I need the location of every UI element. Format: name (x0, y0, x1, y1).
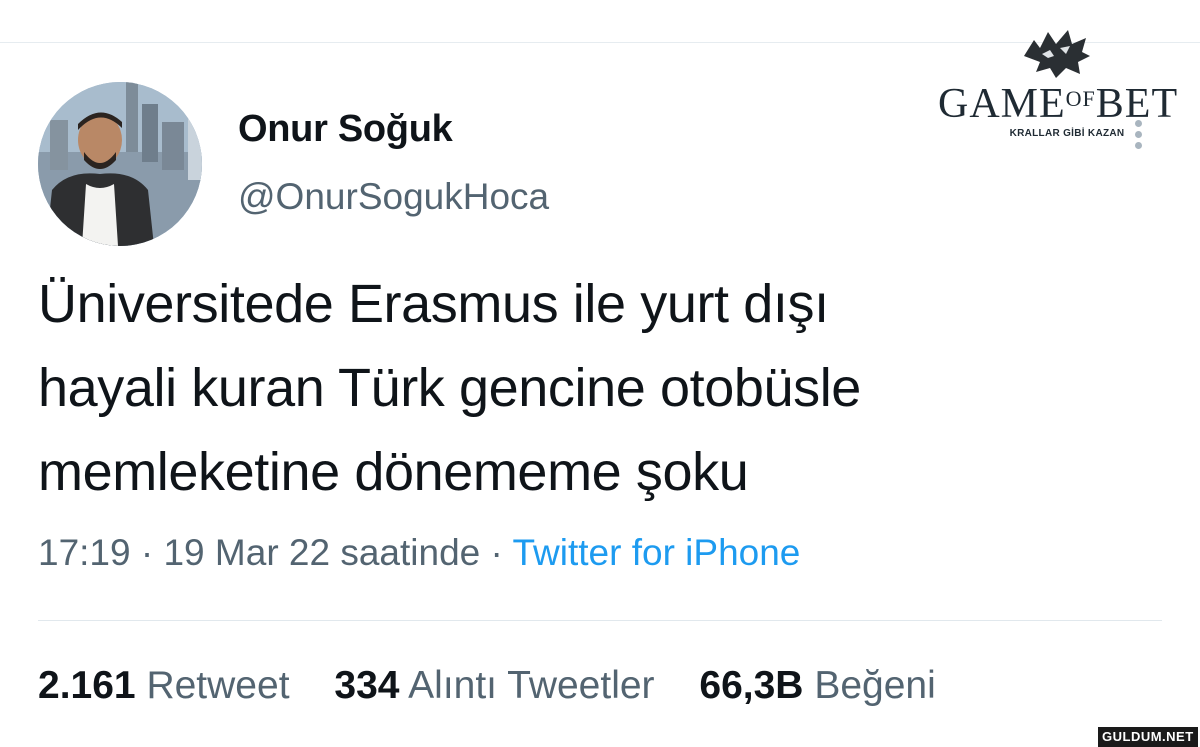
tweet-meta: 17:19 · 19 Mar 22 saatinde · Twitter for… (38, 532, 800, 574)
avatar-photo (38, 82, 202, 246)
stats-divider (38, 620, 1162, 621)
tweet-line: memleketine dönememe şoku (38, 442, 749, 502)
tweet-date[interactable]: 19 Mar 22 saatinde (163, 532, 480, 573)
tweet-line: Üniversitede Erasmus ile yurt dışı (38, 274, 829, 334)
display-name[interactable]: Onur Soğuk (238, 108, 453, 151)
quote-tweet-count[interactable]: 334 Alıntı Tweetler (334, 664, 654, 708)
retweet-count[interactable]: 2.161 Retweet (38, 664, 290, 708)
tweet-source-link[interactable]: Twitter for iPhone (512, 532, 800, 573)
tweet-line: hayali kuran Türk gencine otobüsle (38, 358, 861, 418)
user-handle[interactable]: @OnurSogukHoca (238, 176, 549, 218)
meta-separator: · (130, 532, 164, 573)
tweet-time[interactable]: 17:19 (38, 532, 131, 573)
tweet-text: Üniversitede Erasmus ile yurt dışı hayal… (38, 262, 1148, 514)
more-options-icon[interactable] (1131, 120, 1145, 150)
avatar[interactable] (38, 82, 202, 246)
meta-separator: · (480, 532, 513, 573)
wolf-head-icon (1024, 30, 1090, 78)
site-watermark: GULDUM.NET (1098, 727, 1198, 747)
tweet-stats: 2.161 Retweet 334 Alıntı Tweetler 66,3B … (38, 664, 970, 708)
like-count[interactable]: 66,3B Beğeni (699, 664, 935, 708)
